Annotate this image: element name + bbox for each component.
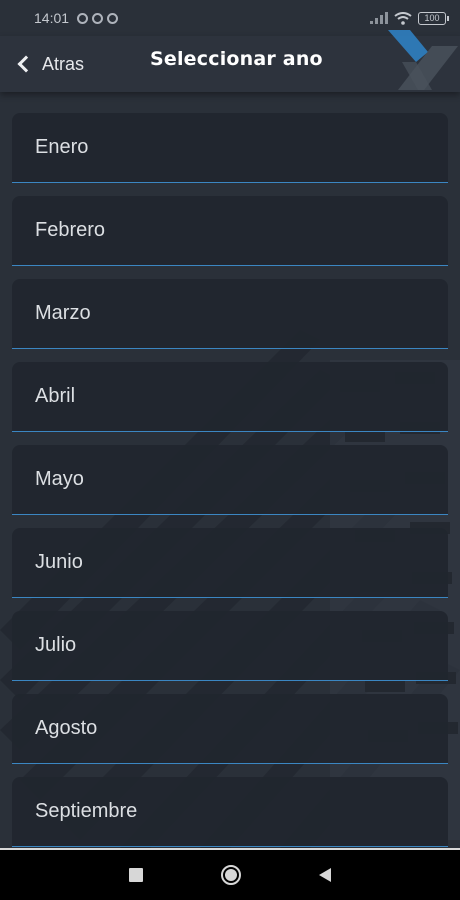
recent-apps-icon[interactable] [129, 868, 143, 882]
back-button[interactable]: Atras [16, 54, 84, 75]
home-icon[interactable] [221, 865, 241, 885]
list-item-enero[interactable]: Enero [12, 113, 448, 183]
status-system-icons: 100 [370, 11, 449, 25]
list-item-label: Marzo [35, 302, 91, 324]
battery-icon: 100 [418, 11, 449, 25]
list-item-junio[interactable]: Junio [12, 528, 448, 598]
month-list: Enero Febrero Marzo Abril Mayo Junio Jul… [12, 113, 448, 847]
list-item-mayo[interactable]: Mayo [12, 445, 448, 515]
screen: 14:01 100 Atras Seleccionar ano Enero Fe… [0, 0, 460, 900]
list-item-septiembre[interactable]: Septiembre [12, 777, 448, 847]
at-icon [92, 12, 104, 24]
list-item-marzo[interactable]: Marzo [12, 279, 448, 349]
page-title: Seleccionar ano [150, 48, 323, 70]
list-item-julio[interactable]: Julio [12, 611, 448, 681]
signal-icon [370, 12, 388, 24]
app-icon [107, 12, 119, 24]
brand-logo-icon [388, 30, 458, 90]
list-item-febrero[interactable]: Febrero [12, 196, 448, 266]
system-nav-bar [0, 848, 460, 900]
list-item-label: Junio [35, 551, 83, 573]
status-notification-icons [77, 12, 119, 24]
back-label: Atras [42, 53, 85, 74]
chevron-left-icon [17, 55, 35, 73]
status-time: 14:01 [34, 10, 70, 26]
list-item-abril[interactable]: Abril [12, 362, 448, 432]
back-triangle-icon[interactable] [319, 868, 331, 882]
list-item-label: Enero [35, 136, 89, 158]
list-item-label: Julio [35, 634, 77, 656]
list-item-label: Abril [35, 385, 76, 407]
notification-icon [77, 12, 89, 24]
list-item-label: Septiembre [35, 800, 138, 822]
list-item-label: Febrero [35, 219, 106, 241]
wifi-icon [394, 11, 412, 25]
list-item-label: Agosto [35, 717, 98, 739]
list-item-agosto[interactable]: Agosto [12, 694, 448, 764]
list-item-label: Mayo [35, 468, 84, 490]
